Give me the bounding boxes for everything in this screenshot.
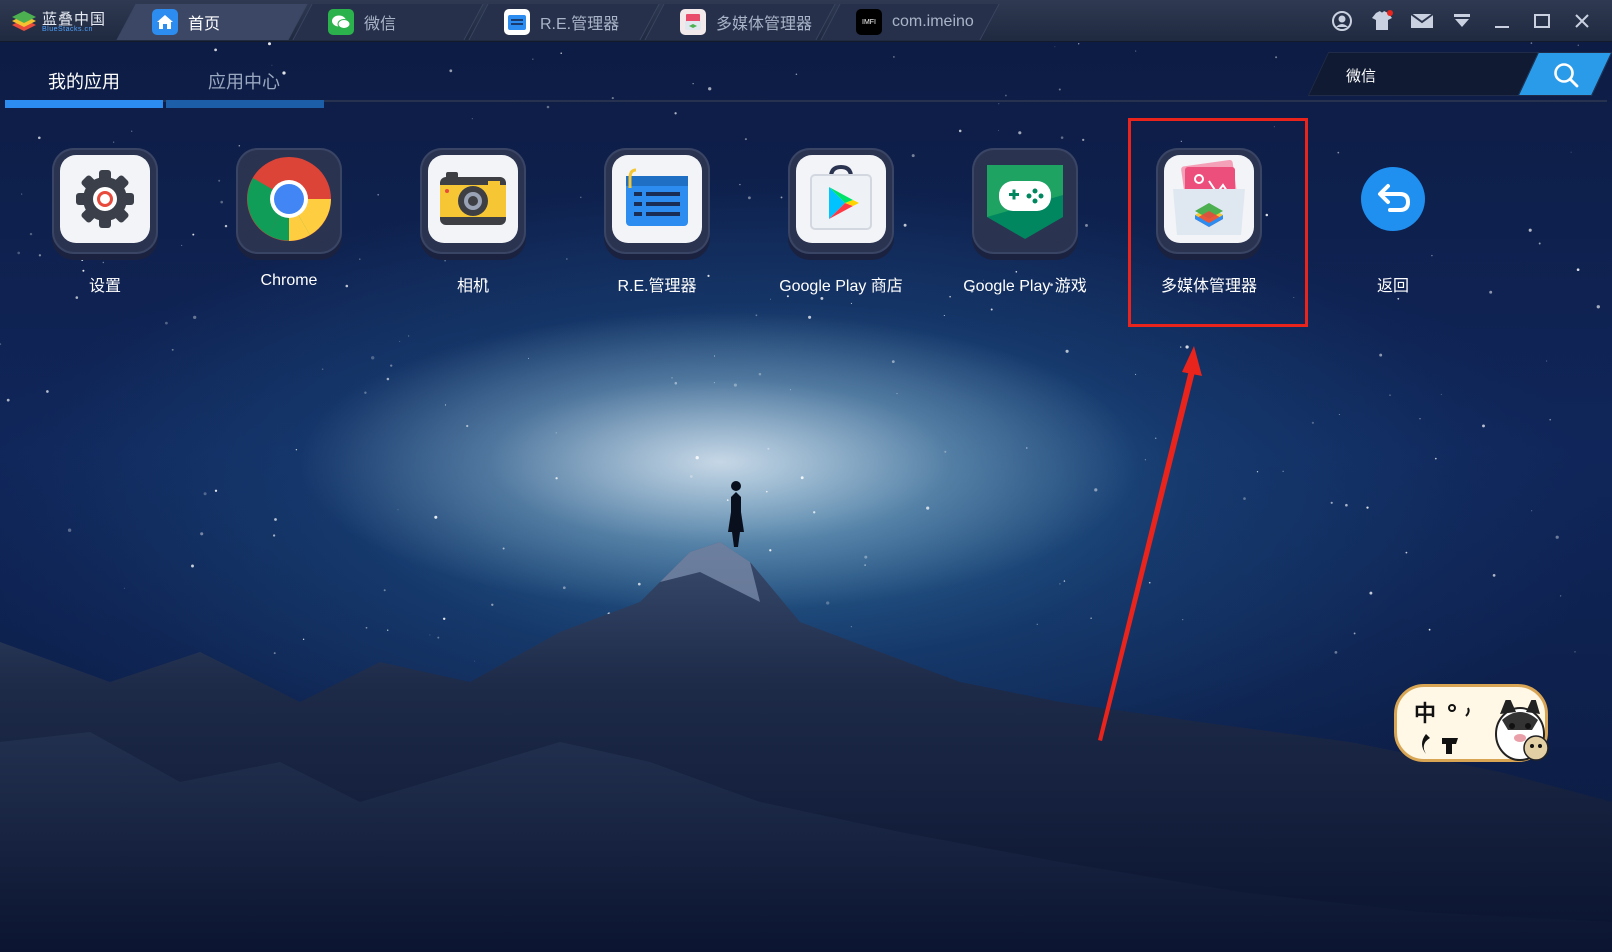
media-manager-icon <box>680 9 706 35</box>
app-re-manager[interactable]: R.E.管理器 <box>572 144 742 304</box>
bluestacks-logo[interactable]: 蓝叠中国 BlueStacks.cn <box>8 6 120 36</box>
search-icon <box>1554 63 1579 88</box>
app-label: Google Play 商店 <box>779 278 903 295</box>
app-label: 设置 <box>88 278 121 295</box>
tab-wechat[interactable]: 微信 <box>302 4 474 40</box>
ime-floating-widget[interactable]: 中 <box>1394 660 1554 764</box>
dropdown-icon[interactable] <box>1448 8 1476 34</box>
app-label: 返回 <box>1376 278 1409 295</box>
tab-re-manager[interactable]: R.E.管理器 <box>478 4 650 40</box>
maximize-icon[interactable] <box>1528 8 1556 34</box>
app-label: Chrome <box>260 272 318 289</box>
re-manager-icon <box>504 9 530 35</box>
app-camera[interactable]: 相机 <box>388 144 558 304</box>
tab-imeino-label: com.imeino <box>892 13 974 30</box>
tab-imeino[interactable]: IMFI com.imeino <box>830 4 990 40</box>
settings-gear-icon <box>60 155 150 243</box>
tab-home[interactable]: 首页 <box>126 4 298 40</box>
tab-indicator-secondary <box>166 100 324 108</box>
wechat-icon <box>328 9 354 35</box>
tab-media-manager-label: 多媒体管理器 <box>716 16 813 33</box>
google-play-store-icon <box>796 155 886 243</box>
camera-icon <box>428 155 518 243</box>
window-titlebar: 蓝叠中国 BlueStacks.cn 首页 微信 R.E.管理器 多媒体管理器 … <box>0 0 1612 42</box>
bluestacks-logo-icon <box>12 11 36 31</box>
chrome-icon <box>244 155 334 243</box>
tab-home-label: 首页 <box>188 16 221 33</box>
brand-subtitle: BlueStacks.cn <box>42 26 93 33</box>
search-input[interactable] <box>1346 64 1526 86</box>
app-google-play-store[interactable]: Google Play 商店 <box>756 144 926 304</box>
ime-mascot-icon <box>1422 700 1549 761</box>
tab-wechat-label: 微信 <box>364 16 397 33</box>
highlight-box <box>1128 118 1308 327</box>
user-icon[interactable] <box>1328 8 1356 34</box>
search-bar <box>1307 52 1612 96</box>
tab-my-apps[interactable]: 我的应用 <box>48 68 120 94</box>
re-manager-icon <box>612 155 702 243</box>
app-google-play-games[interactable]: Google Play 游戏 <box>940 144 1110 304</box>
tab-app-center[interactable]: 应用中心 <box>208 68 280 94</box>
app-back[interactable]: 返回 <box>1308 144 1478 304</box>
app-label: 相机 <box>456 278 489 295</box>
tab-re-manager-label: R.E.管理器 <box>540 16 620 33</box>
google-play-games-icon <box>980 155 1070 243</box>
app-label: Google Play 游戏 <box>963 278 1087 295</box>
app-label: R.E.管理器 <box>617 278 697 295</box>
search-button[interactable] <box>1517 52 1612 96</box>
home-icon <box>152 9 178 35</box>
imeino-icon: IMFI <box>856 9 882 35</box>
mail-icon[interactable] <box>1408 8 1436 34</box>
back-arrow-icon <box>1361 167 1425 231</box>
app-settings[interactable]: 设置 <box>20 144 190 304</box>
window-controls <box>1328 8 1596 34</box>
tab-media-manager[interactable]: 多媒体管理器 <box>654 4 826 40</box>
tab-indicator-active <box>5 100 163 108</box>
app-chrome[interactable]: Chrome <box>204 144 374 304</box>
shirt-icon[interactable] <box>1368 8 1396 34</box>
close-icon[interactable] <box>1568 8 1596 34</box>
minimize-icon[interactable] <box>1488 8 1516 34</box>
